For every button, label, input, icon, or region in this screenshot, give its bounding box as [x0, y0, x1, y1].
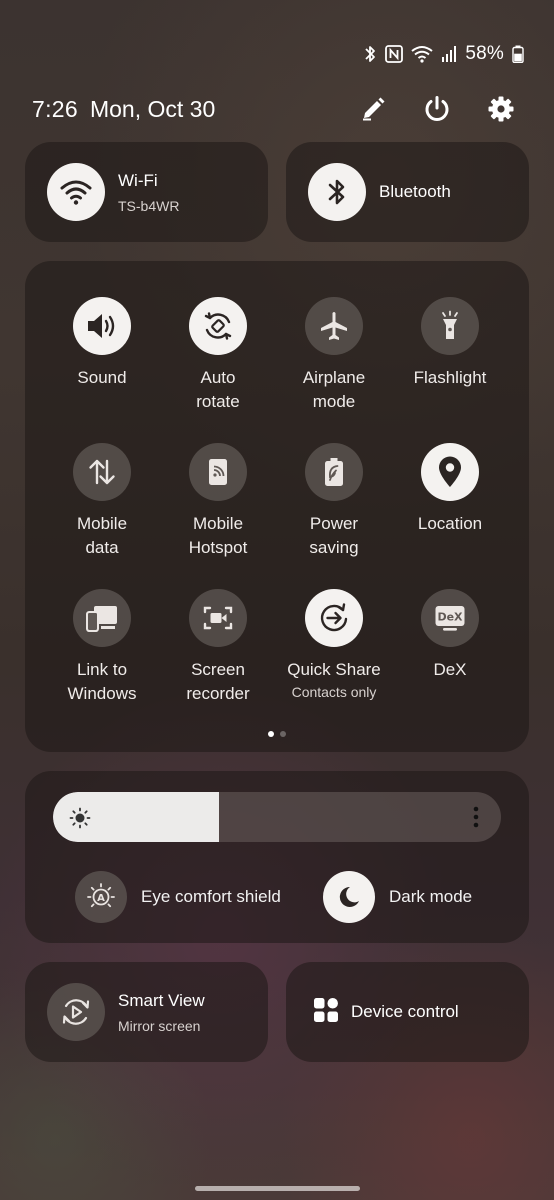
- page-dot[interactable]: [268, 731, 274, 737]
- device-control-icon: [314, 997, 338, 1027]
- tile-sound[interactable]: Sound: [44, 297, 160, 390]
- quick-settings-grid: Sound Auto rotate Airplane mode Flashlight M…: [25, 261, 529, 752]
- quick-panel-header: 7:26 Mon, Oct 30: [32, 92, 516, 126]
- tile-screen-recorder[interactable]: Screen recorder: [160, 589, 276, 706]
- tile-mobile-data[interactable]: Mobile data: [44, 443, 160, 560]
- auto-rotate-icon: [189, 297, 247, 355]
- svg-text:DeX: DeX: [437, 611, 463, 624]
- tile-link-to-windows[interactable]: Link to Windows: [44, 589, 160, 706]
- home-gesture-bar[interactable]: [195, 1186, 360, 1191]
- wifi-toggle[interactable]: [47, 163, 105, 221]
- svg-text:A: A: [97, 893, 105, 904]
- wifi-network-name: TS-b4WR: [118, 197, 180, 214]
- tile-label: Screen recorder: [186, 660, 250, 703]
- wifi-title: Wi-Fi: [118, 170, 158, 190]
- tile-label: Quick Share: [287, 660, 381, 679]
- tile-location[interactable]: Location: [392, 443, 508, 536]
- screen-recorder-icon: [189, 589, 247, 647]
- airplane-icon: [305, 297, 363, 355]
- tile-hotspot[interactable]: Mobile Hotspot: [160, 443, 276, 560]
- power-saving-icon: [305, 443, 363, 501]
- device-control-label: Device control: [351, 1002, 459, 1021]
- tile-auto-rotate[interactable]: Auto rotate: [160, 297, 276, 414]
- tile-flashlight[interactable]: Flashlight: [392, 297, 508, 390]
- tile-label: Power saving: [309, 514, 359, 557]
- bluetooth-status-icon: [363, 44, 377, 64]
- battery-icon: [512, 45, 524, 63]
- smart-view-title: Smart View: [118, 990, 205, 1010]
- smart-view-icon: [47, 983, 105, 1041]
- hotspot-icon: [189, 443, 247, 501]
- tile-label: Flashlight: [413, 368, 487, 387]
- wifi-icon: [60, 180, 92, 205]
- tile-label: Auto rotate: [196, 368, 240, 411]
- wifi-tile[interactable]: Wi-Fi TS-b4WR: [25, 142, 268, 242]
- nfc-icon: [385, 45, 404, 63]
- quick-share-icon: [305, 589, 363, 647]
- page-indicator: [25, 731, 529, 737]
- tile-quick-share[interactable]: Quick Share Contacts only: [276, 589, 392, 701]
- tile-label: Mobile data: [76, 514, 128, 557]
- tile-label: Airplane mode: [302, 368, 366, 411]
- device-control-tile[interactable]: Device control: [286, 962, 529, 1062]
- sound-icon: [73, 297, 131, 355]
- signal-icon: [441, 45, 457, 63]
- tile-dex[interactable]: DeX DeX: [392, 589, 508, 682]
- wifi-status-icon: [411, 45, 433, 63]
- bluetooth-toggle[interactable]: [308, 163, 366, 221]
- eye-comfort-icon: A: [75, 871, 127, 923]
- dark-mode-label: Dark mode: [389, 887, 473, 906]
- link-to-windows-icon: [73, 589, 131, 647]
- brightness-sun-icon: [69, 807, 91, 834]
- flashlight-icon: [421, 297, 479, 355]
- tile-label: DeX: [433, 660, 467, 679]
- tile-label: Location: [417, 514, 483, 533]
- battery-percentage: 58%: [465, 43, 504, 64]
- more-options-icon[interactable]: [473, 805, 479, 834]
- date[interactable]: Mon, Oct 30: [90, 96, 215, 123]
- bluetooth-tile[interactable]: Bluetooth: [286, 142, 529, 242]
- tile-sublabel: Contacts only: [291, 684, 377, 700]
- location-icon: [421, 443, 479, 501]
- eye-comfort-shield-toggle[interactable]: A Eye comfort shield: [75, 871, 281, 923]
- power-icon[interactable]: [422, 94, 452, 124]
- tile-power-saving[interactable]: Power saving: [276, 443, 392, 560]
- bluetooth-icon: [328, 179, 345, 205]
- tile-airplane[interactable]: Airplane mode: [276, 297, 392, 414]
- edit-icon[interactable]: [358, 94, 388, 124]
- smart-view-sub: Mirror screen: [118, 1017, 201, 1034]
- brightness-card: A Eye comfort shield Dark mode: [25, 771, 529, 943]
- moon-icon: [323, 871, 375, 923]
- bluetooth-title: Bluetooth: [379, 182, 451, 201]
- tile-label: Mobile Hotspot: [188, 514, 248, 557]
- eye-comfort-label: Eye comfort shield: [141, 887, 281, 906]
- mobile-data-icon: [73, 443, 131, 501]
- brightness-slider[interactable]: [53, 792, 501, 842]
- dex-icon: DeX: [421, 589, 479, 647]
- smart-view-tile[interactable]: Smart View Mirror screen: [25, 962, 268, 1062]
- status-bar: 58%: [363, 40, 524, 68]
- clock: 7:26: [32, 95, 78, 122]
- tile-label: Link to Windows: [67, 660, 137, 703]
- dark-mode-toggle[interactable]: Dark mode: [323, 871, 472, 923]
- tile-label: Sound: [77, 368, 127, 387]
- settings-gear-icon[interactable]: [486, 94, 516, 124]
- page-dot[interactable]: [280, 731, 286, 737]
